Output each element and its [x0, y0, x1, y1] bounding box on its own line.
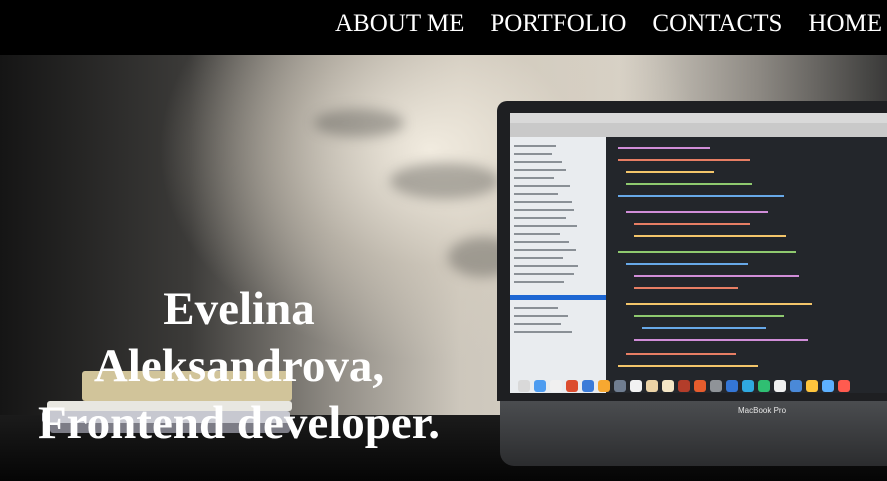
- macos-dock: [518, 376, 887, 396]
- app-icon: [774, 380, 786, 392]
- app-icon: [694, 380, 706, 392]
- nav-link-contacts[interactable]: CONTACTS: [652, 8, 782, 40]
- app-icon: [582, 380, 594, 392]
- code-line: [634, 223, 750, 225]
- macbook-label: MacBook Pro: [738, 406, 787, 415]
- nav-link-home[interactable]: HOME: [808, 8, 882, 40]
- app-icon: [790, 380, 802, 392]
- screen-menu-bar: [510, 113, 887, 123]
- code-line: [618, 251, 796, 253]
- hero-heading-line-3: Frontend developer.: [37, 397, 441, 450]
- file-tree-line: [514, 265, 578, 267]
- code-line: [618, 365, 758, 367]
- code-line: [634, 315, 784, 317]
- app-icon: [742, 380, 754, 392]
- app-icon: [566, 380, 578, 392]
- code-line: [642, 327, 766, 329]
- laptop-screen: [510, 113, 887, 393]
- code-line: [626, 303, 812, 305]
- file-tree-line: [514, 273, 574, 275]
- nav-link-portfolio[interactable]: PORTFOLIO: [490, 8, 626, 40]
- app-icon: [806, 380, 818, 392]
- app-icon: [598, 380, 610, 392]
- hero-heading-line-2: Aleksandrova,: [93, 340, 385, 393]
- file-tree-line: [514, 177, 554, 179]
- code-line: [634, 287, 738, 289]
- code-line: [626, 353, 736, 355]
- hero-heading-line-1: Evelina: [163, 283, 315, 336]
- hero-heading: Evelina Aleksandrova, Frontend developer…: [20, 281, 458, 452]
- nav-links: ABOUT ME PORTFOLIO CONTACTS HOME: [335, 8, 882, 40]
- file-tree-line: [514, 249, 576, 251]
- app-icon: [678, 380, 690, 392]
- file-tree-line: [514, 153, 552, 155]
- app-icon: [550, 380, 562, 392]
- laptop-base: [500, 401, 887, 466]
- file-tree-line: [514, 217, 566, 219]
- app-icon: [518, 380, 530, 392]
- wall-shadow: [390, 163, 500, 199]
- screen-toolbar: [510, 123, 887, 137]
- file-tree-line: [514, 161, 562, 163]
- nav-link-about-me[interactable]: ABOUT ME: [335, 8, 464, 40]
- file-tree-line: [514, 193, 558, 195]
- wall-shadow: [314, 109, 404, 137]
- file-tree-line: [514, 257, 563, 259]
- code-line: [626, 263, 748, 265]
- top-navigation: ABOUT ME PORTFOLIO CONTACTS HOME: [0, 0, 887, 55]
- code-line: [626, 171, 714, 173]
- code-line: [626, 183, 752, 185]
- selected-file-row: [510, 295, 606, 300]
- file-tree-line: [514, 169, 566, 171]
- code-line: [634, 275, 799, 277]
- app-icon: [838, 380, 850, 392]
- app-icon: [726, 380, 738, 392]
- code-line: [634, 339, 808, 341]
- code-line: [618, 159, 750, 161]
- app-icon: [822, 380, 834, 392]
- file-tree-line: [514, 201, 572, 203]
- app-icon: [630, 380, 642, 392]
- code-line: [618, 147, 710, 149]
- app-icon: [614, 380, 626, 392]
- app-icon: [662, 380, 674, 392]
- file-tree-line: [514, 281, 564, 283]
- file-tree-line: [514, 209, 574, 211]
- code-line: [626, 211, 768, 213]
- file-tree-line: [514, 331, 572, 333]
- file-tree-line: [514, 145, 556, 147]
- file-tree-line: [514, 185, 570, 187]
- code-line: [618, 195, 784, 197]
- file-tree-line: [514, 315, 568, 317]
- code-line: [634, 235, 786, 237]
- app-icon: [758, 380, 770, 392]
- file-tree-line: [514, 323, 561, 325]
- file-tree-line: [514, 241, 569, 243]
- file-tree-line: [514, 233, 560, 235]
- editor-sidebar: [510, 137, 606, 393]
- file-tree-line: [514, 307, 558, 309]
- app-icon: [710, 380, 722, 392]
- app-icon: [534, 380, 546, 392]
- hero-section: MacBook Pro Evelina Aleksandrova, Fronte…: [0, 55, 887, 481]
- app-icon: [646, 380, 658, 392]
- file-tree-line: [514, 225, 577, 227]
